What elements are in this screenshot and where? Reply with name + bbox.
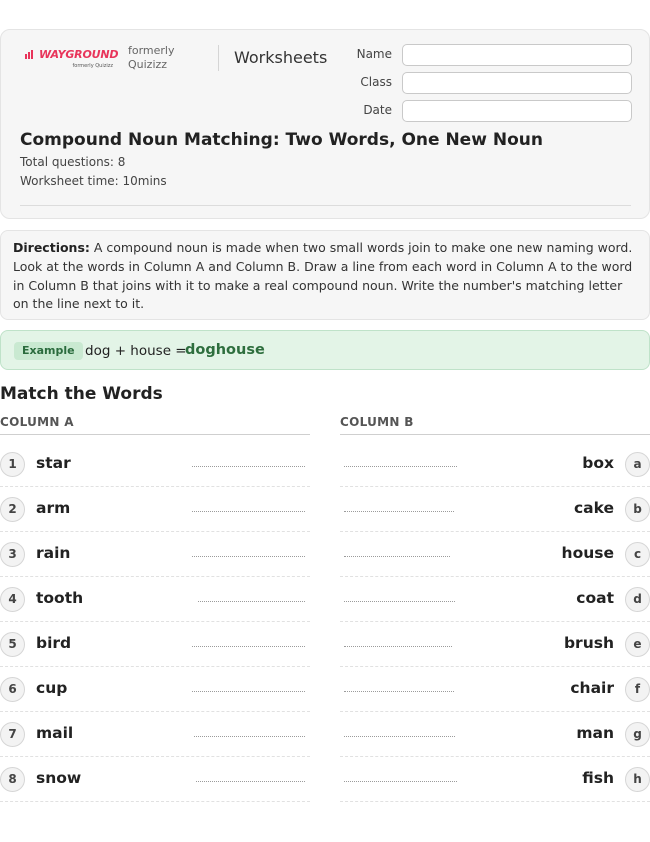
worksheet-title: Compound Noun Matching: Two Words, One N… (20, 130, 543, 150)
column-b-word: man (576, 724, 614, 742)
name-field-row: Name (331, 44, 633, 66)
date-field[interactable] (402, 100, 632, 122)
item-letter-badge: h (625, 767, 650, 792)
column-a-item: 3 rain (0, 532, 310, 577)
column-b-item: chair f (340, 667, 650, 712)
item-letter-badge: c (625, 542, 650, 567)
name-label: Name (356, 47, 392, 61)
column-a-item: 8 snow (0, 757, 310, 802)
directions-label: Directions: (13, 240, 90, 255)
name-field[interactable] (402, 44, 632, 66)
row-divider (340, 801, 650, 802)
column-a-header: COLUMN A (0, 415, 74, 429)
answer-line[interactable] (192, 511, 305, 512)
column-b-item: house c (340, 532, 650, 577)
column-b-item: brush e (340, 622, 650, 667)
logo-subtext: formerly Quizizz (72, 63, 113, 69)
class-field-row: Class (331, 72, 633, 94)
answer-line[interactable] (192, 646, 305, 647)
answer-line[interactable] (192, 466, 305, 467)
column-b-rule (340, 434, 650, 435)
item-number-badge: 4 (0, 587, 25, 612)
item-letter-badge: f (625, 677, 650, 702)
column-a-item: 2 arm (0, 487, 310, 532)
item-letter-badge: d (625, 587, 650, 612)
answer-line[interactable] (344, 781, 457, 782)
answer-line[interactable] (192, 556, 305, 557)
answer-line[interactable] (344, 601, 455, 602)
logo-wordmark: WAYGROUND (25, 48, 118, 61)
column-b-word: box (582, 454, 614, 472)
column-b-header: COLUMN B (340, 415, 414, 429)
answer-line[interactable] (194, 736, 305, 737)
column-a-item: 6 cup (0, 667, 310, 712)
column-a-word: cup (36, 679, 68, 697)
column-b-word: coat (576, 589, 614, 607)
column-b-word: brush (563, 634, 614, 652)
column-a-rule (0, 434, 310, 435)
item-number-badge: 8 (0, 767, 25, 792)
date-field-row: Date (331, 100, 633, 122)
column-a-word: tooth (36, 589, 84, 607)
column-b-item: box a (340, 442, 650, 487)
column-a-item: 4 tooth (0, 577, 310, 622)
example-box: Example dog + house = doghouse (0, 330, 650, 370)
matching-section-title: Match the Words (0, 384, 163, 404)
answer-line[interactable] (344, 466, 457, 467)
item-letter-badge: b (625, 497, 650, 522)
answer-line[interactable] (344, 691, 454, 692)
item-letter-badge: g (625, 722, 650, 747)
column-b-item: man g (340, 712, 650, 757)
item-number-badge: 5 (0, 632, 25, 657)
answer-line[interactable] (192, 691, 305, 692)
header-rule (20, 205, 631, 206)
wave-icon (25, 50, 33, 59)
column-b-item: coat d (340, 577, 650, 622)
answer-line[interactable] (344, 736, 455, 737)
worksheet-time: Worksheet time: 10mins (20, 174, 167, 188)
column-b-word: cake (573, 499, 614, 517)
header-divider (218, 45, 219, 71)
item-number-badge: 3 (0, 542, 25, 567)
formerly-quizizz-label: formerly Quizizz (128, 44, 175, 71)
column-a-word: snow (36, 769, 82, 787)
column-a-item: 7 mail (0, 712, 310, 757)
column-a-item: 1 star (0, 442, 310, 487)
column-a-word: bird (36, 634, 72, 652)
column-a-word: rain (36, 544, 71, 562)
brand-logo: WAYGROUND formerly Quizizz (25, 48, 118, 69)
class-field[interactable] (402, 72, 632, 94)
answer-line[interactable] (344, 511, 454, 512)
date-label: Date (363, 103, 392, 117)
column-b-item: fish h (340, 757, 650, 802)
answer-line[interactable] (196, 781, 305, 782)
column-a-word: arm (36, 499, 71, 517)
example-answer: doghouse (185, 342, 265, 358)
column-a-word: mail (36, 724, 74, 742)
item-number-badge: 2 (0, 497, 25, 522)
answer-line[interactable] (344, 556, 450, 557)
answer-line[interactable] (198, 601, 305, 602)
section-label: Worksheets (234, 48, 328, 67)
answer-line[interactable] (344, 646, 452, 647)
column-b-word: fish (582, 769, 614, 787)
item-number-badge: 7 (0, 722, 25, 747)
directions-box: Directions: A compound noun is made when… (0, 230, 650, 320)
column-b-item: cake b (340, 487, 650, 532)
total-questions: Total questions: 8 (20, 155, 126, 169)
row-divider (0, 801, 310, 802)
directions-text: A compound noun is made when two small w… (13, 240, 633, 312)
item-number-badge: 6 (0, 677, 25, 702)
worksheet-header: WAYGROUND formerly Quizizz formerly Quiz… (0, 29, 650, 219)
class-label: Class (360, 75, 392, 89)
item-letter-badge: e (625, 632, 650, 657)
item-letter-badge: a (625, 452, 650, 477)
column-b-word: house (561, 544, 614, 562)
column-b-word: chair (570, 679, 614, 697)
column-a-item: 5 bird (0, 622, 310, 667)
item-number-badge: 1 (0, 452, 25, 477)
column-a-word: star (36, 454, 71, 472)
example-badge: Example (14, 342, 83, 360)
example-prompt: dog + house = (85, 343, 187, 359)
